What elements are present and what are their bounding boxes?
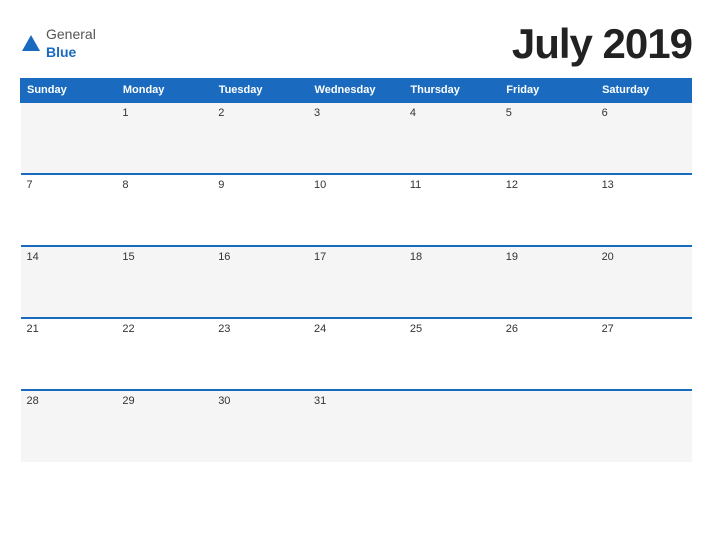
day-number: 16 [218,251,230,263]
day-number: 12 [506,179,518,191]
day-header-row: SundayMondayTuesdayWednesdayThursdayFrid… [21,79,692,103]
calendar-cell [21,102,117,174]
day-number: 1 [122,107,128,119]
calendar-cell: 28 [21,390,117,462]
logo: General Blue [20,26,96,62]
header: General Blue July 2019 [20,20,692,68]
day-number: 17 [314,251,326,263]
week-row-3: 14 15 16 17 18 19 20 [21,246,692,318]
day-header-friday: Friday [500,79,596,103]
day-header-thursday: Thursday [404,79,500,103]
calendar-cell: 18 [404,246,500,318]
calendar-cell [596,390,692,462]
day-number: 28 [27,395,39,407]
day-number: 29 [122,395,134,407]
logo-icon [20,33,42,55]
calendar-cell: 3 [308,102,404,174]
day-number: 31 [314,395,326,407]
day-number: 22 [122,323,134,335]
day-header-monday: Monday [116,79,212,103]
day-number: 18 [410,251,422,263]
calendar-cell: 14 [21,246,117,318]
day-number: 21 [27,323,39,335]
day-number: 5 [506,107,512,119]
week-row-1: 1 2 3 4 5 6 [21,102,692,174]
week-row-4: 21 22 23 24 25 26 27 [21,318,692,390]
logo-text: General Blue [46,26,96,62]
calendar-cell: 2 [212,102,308,174]
week-row-2: 7 8 9 10 11 12 13 [21,174,692,246]
day-number: 26 [506,323,518,335]
day-header-sunday: Sunday [21,79,117,103]
calendar-cell: 16 [212,246,308,318]
calendar-cell: 31 [308,390,404,462]
calendar-cell: 17 [308,246,404,318]
calendar-cell: 27 [596,318,692,390]
calendar-cell: 7 [21,174,117,246]
calendar-cell: 1 [116,102,212,174]
calendar-cell: 21 [21,318,117,390]
calendar-header: SundayMondayTuesdayWednesdayThursdayFrid… [21,79,692,103]
logo-general: General [46,26,96,42]
calendar-cell: 26 [500,318,596,390]
day-number: 25 [410,323,422,335]
day-header-saturday: Saturday [596,79,692,103]
calendar-cell: 23 [212,318,308,390]
logo-blue: Blue [46,44,76,60]
calendar-cell: 22 [116,318,212,390]
day-number: 6 [602,107,608,119]
day-number: 9 [218,179,224,191]
day-number: 30 [218,395,230,407]
day-number: 3 [314,107,320,119]
calendar-cell: 19 [500,246,596,318]
day-number: 11 [410,179,421,191]
day-number: 14 [27,251,39,263]
day-number: 13 [602,179,614,191]
week-row-5: 28 29 30 31 [21,390,692,462]
calendar-cell: 24 [308,318,404,390]
day-number: 19 [506,251,518,263]
calendar-cell: 4 [404,102,500,174]
calendar-cell [404,390,500,462]
calendar-cell: 20 [596,246,692,318]
day-number: 27 [602,323,614,335]
day-number: 15 [122,251,134,263]
calendar-page: General Blue July 2019 SundayMondayTuesd… [0,0,712,550]
day-header-tuesday: Tuesday [212,79,308,103]
day-number: 2 [218,107,224,119]
calendar-cell: 11 [404,174,500,246]
calendar-cell: 15 [116,246,212,318]
calendar-cell: 12 [500,174,596,246]
calendar-cell: 13 [596,174,692,246]
day-number: 20 [602,251,614,263]
calendar-cell: 9 [212,174,308,246]
calendar-body: 1234567891011121314151617181920212223242… [21,102,692,462]
day-number: 24 [314,323,326,335]
day-header-wednesday: Wednesday [308,79,404,103]
month-title: July 2019 [512,20,692,68]
day-number: 7 [27,179,33,191]
calendar-cell: 10 [308,174,404,246]
calendar-cell [500,390,596,462]
calendar-cell: 5 [500,102,596,174]
calendar-cell: 25 [404,318,500,390]
day-number: 4 [410,107,416,119]
day-number: 10 [314,179,326,191]
day-number: 23 [218,323,230,335]
calendar-cell: 6 [596,102,692,174]
calendar-cell: 29 [116,390,212,462]
calendar-cell: 30 [212,390,308,462]
calendar-cell: 8 [116,174,212,246]
calendar-table: SundayMondayTuesdayWednesdayThursdayFrid… [20,78,692,462]
day-number: 8 [122,179,128,191]
